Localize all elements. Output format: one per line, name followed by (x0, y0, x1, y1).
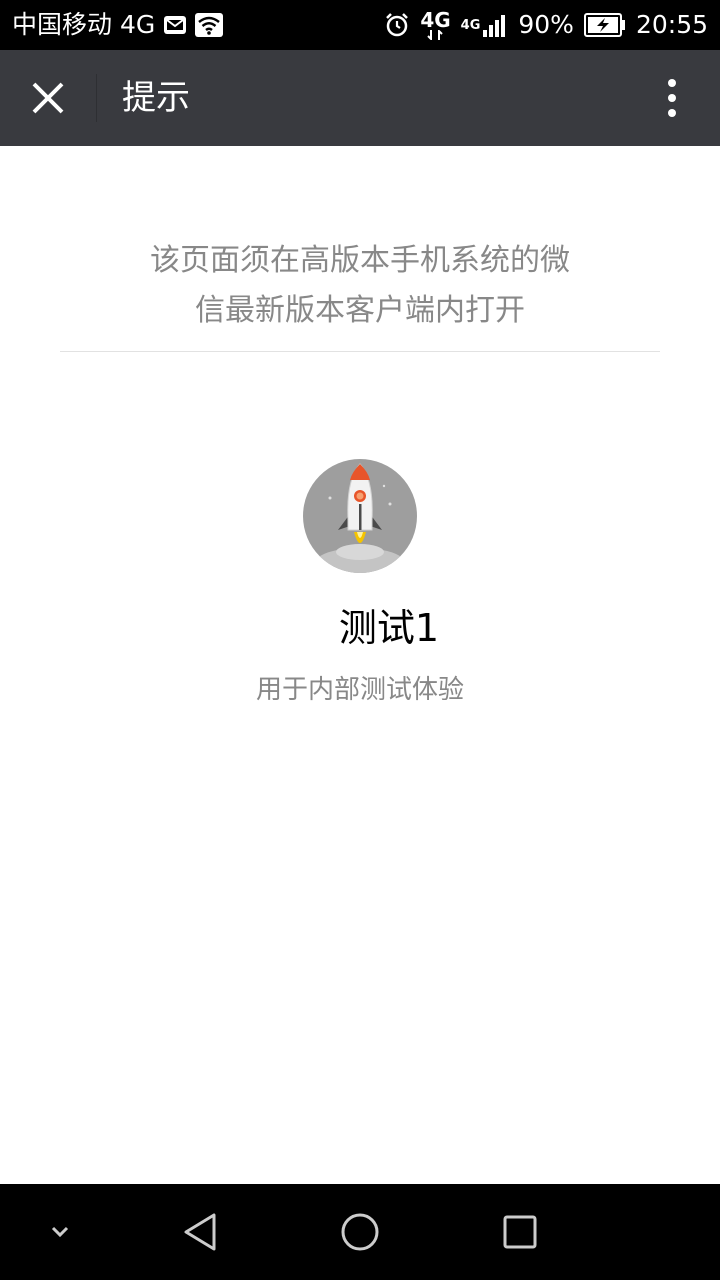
status-right: 4G 4G 90% 20:55 (384, 0, 708, 50)
status-bar: 中国移动 4G 4G 4G 90% 20:55 (0, 0, 720, 50)
screen: 中国移动 4G 4G 4G 90% 20:55 提示 该页面须在高版本手机系统的… (0, 0, 720, 1280)
battery-percent: 90% (518, 10, 574, 39)
network-4g-icon: 4G (420, 0, 451, 50)
home-icon (341, 1213, 379, 1251)
carrier-label: 中国移动 4G (12, 10, 156, 39)
rocket-icon (302, 458, 418, 574)
notice-line-1: 该页面须在高版本手机系统的微 (150, 243, 570, 278)
clock: 20:55 (635, 10, 708, 39)
title-bar: 提示 (0, 50, 720, 146)
signal-network-label: 4G (460, 17, 481, 33)
app-description: 用于内部测试体验 (255, 675, 464, 705)
close-button[interactable] (0, 50, 96, 146)
hide-keyboard-button[interactable] (30, 1184, 90, 1280)
alarm-icon (384, 0, 410, 50)
more-vertical-icon (668, 79, 676, 117)
notice-message: 该页面须在高版本手机系统的微 信最新版本客户端内打开 (60, 236, 660, 336)
signal-icon: 4G (461, 0, 509, 50)
close-icon (32, 82, 64, 114)
network-label: 4G (420, 8, 451, 32)
page-title: 提示 (122, 78, 190, 118)
wifi-icon (195, 0, 224, 50)
navigation-bar (0, 1184, 720, 1280)
recents-icon (503, 1215, 537, 1249)
back-button[interactable] (165, 1184, 235, 1280)
more-button[interactable] (640, 50, 704, 146)
status-left: 中国移动 4G (12, 0, 224, 50)
title-divider (96, 74, 97, 122)
battery-charging-icon (583, 0, 626, 50)
app-name: 测试1 (338, 606, 440, 650)
hide-keyboard-icon (51, 1226, 69, 1238)
notice-divider (60, 351, 660, 352)
recents-button[interactable] (485, 1184, 555, 1280)
notice-line-2: 信最新版本客户端内打开 (195, 293, 525, 328)
back-icon (184, 1213, 216, 1251)
home-button[interactable] (325, 1184, 395, 1280)
mail-icon (163, 0, 187, 50)
